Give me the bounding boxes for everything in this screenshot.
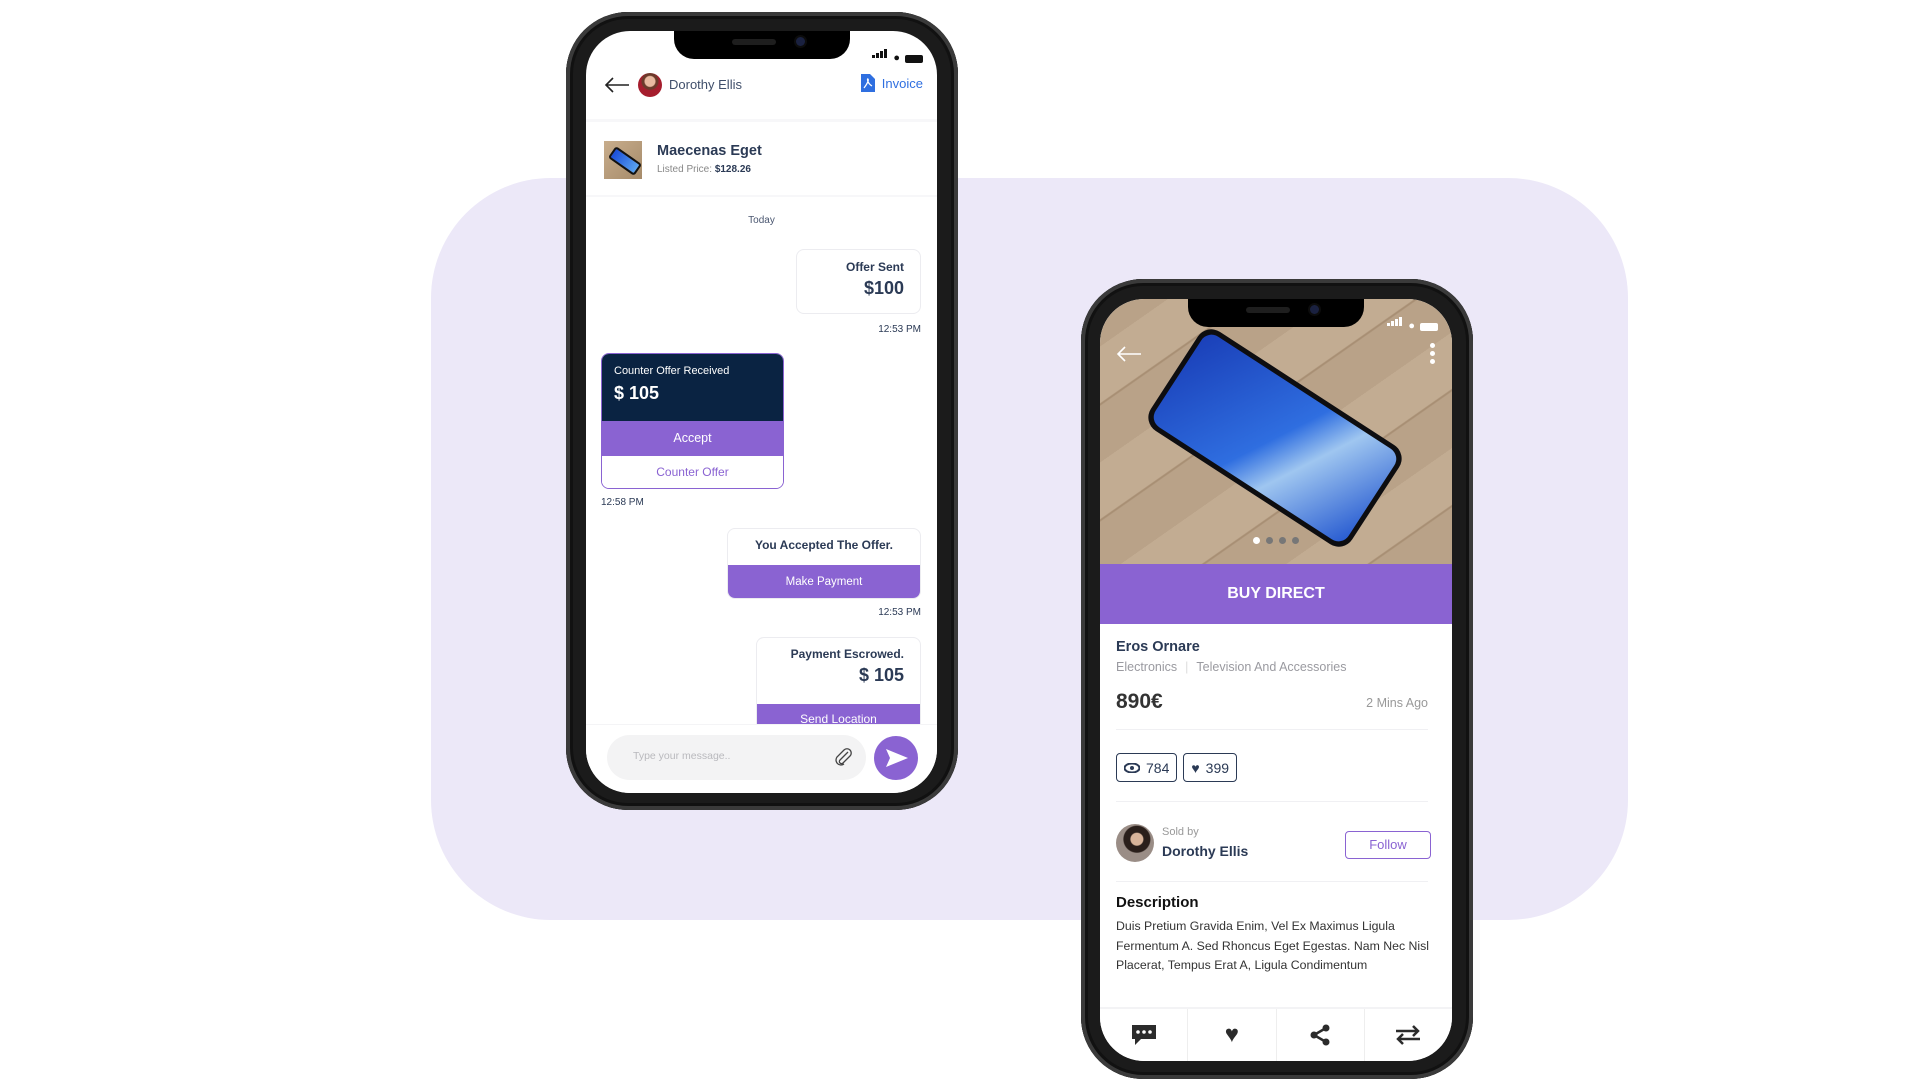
product-thumbnail xyxy=(604,141,642,179)
heart-icon: ♥ xyxy=(1224,1021,1239,1048)
favorite-tab[interactable]: ♥ xyxy=(1188,1009,1277,1061)
message-title: Offer Sent xyxy=(845,260,904,274)
status-bar: ● xyxy=(872,45,923,64)
chat-screen: ● Dorothy Ellis Invoice Maecenas Eget Li… xyxy=(586,31,937,793)
offer-sent-bubble: Offer Sent $100 xyxy=(796,249,921,314)
message-placeholder: Type your message.. xyxy=(633,750,731,762)
chat-tab[interactable] xyxy=(1100,1009,1189,1061)
stats: 784 ♥ 399 xyxy=(1116,753,1238,782)
listing-screen: ● BUY DIRECT Eros Ornare Electronics | Tel… xyxy=(1100,299,1452,1061)
views-count: 784 xyxy=(1146,759,1170,776)
carousel-dots[interactable] xyxy=(1100,537,1452,544)
counter-offer-bubble: Counter Offer Received $ 105 Accept Coun… xyxy=(601,353,784,489)
product-divider xyxy=(586,195,937,197)
header-divider xyxy=(586,119,937,122)
chat-icon xyxy=(1131,1025,1156,1045)
listed-price-label: Listed Price: xyxy=(657,164,713,175)
chat-phone: ● Dorothy Ellis Invoice Maecenas Eget Li… xyxy=(566,12,958,810)
category[interactable]: Electronics xyxy=(1116,660,1177,674)
battery-icon xyxy=(1420,323,1438,331)
wifi-icon: ● xyxy=(893,52,900,64)
price: 890€ xyxy=(1116,690,1163,713)
status-bar: ● xyxy=(1387,313,1438,332)
buy-direct-button[interactable]: BUY DIRECT xyxy=(1100,564,1452,624)
signal-icon xyxy=(872,45,888,63)
views-badge: 784 xyxy=(1116,753,1178,782)
message-input[interactable]: Type your message.. xyxy=(607,735,866,780)
back-arrow-icon[interactable] xyxy=(1116,346,1142,362)
message-title: You Accepted The Offer. xyxy=(754,538,894,552)
divider xyxy=(1116,801,1428,802)
message-time: 12:58 PM xyxy=(601,497,644,508)
accept-button[interactable]: Accept xyxy=(602,421,783,456)
invoice-label: Invoice xyxy=(881,75,923,91)
notch xyxy=(673,31,850,59)
likes-count: 399 xyxy=(1205,759,1230,776)
swap-icon xyxy=(1396,1025,1421,1045)
follow-button[interactable]: Follow xyxy=(1345,831,1431,859)
avatar xyxy=(638,73,662,97)
message-title: Payment Escrowed. xyxy=(790,647,904,661)
pdf-icon xyxy=(860,74,875,92)
sold-by-label: Sold by xyxy=(1162,826,1199,838)
posted-time: 2 Mins Ago xyxy=(1366,696,1428,710)
message-time: 12:53 PM xyxy=(878,324,921,335)
message-amount: $ 105 xyxy=(614,383,660,403)
send-icon xyxy=(886,749,908,767)
share-tab[interactable] xyxy=(1277,1009,1365,1061)
description-heading: Description xyxy=(1116,894,1199,911)
send-button[interactable] xyxy=(874,736,918,780)
eye-icon xyxy=(1124,762,1140,773)
contact-name[interactable]: Dorothy Ellis xyxy=(669,77,742,92)
divider xyxy=(1116,729,1428,730)
battery-icon xyxy=(905,55,923,63)
wifi-icon: ● xyxy=(1408,320,1415,332)
listed-price: Listed Price: $128.26 xyxy=(657,164,751,175)
divider xyxy=(1116,881,1428,882)
category[interactable]: Television And Accessories xyxy=(1196,660,1346,674)
bottom-nav: ♥ xyxy=(1100,1007,1452,1061)
message-amount: $100 xyxy=(863,278,904,298)
product-title: Maecenas Eget xyxy=(657,143,762,159)
listed-price-value: $128.26 xyxy=(714,164,751,175)
counter-offer-button[interactable]: Counter Offer xyxy=(602,456,783,488)
categories: Electronics | Television And Accessories xyxy=(1116,660,1347,674)
likes-badge: ♥ 399 xyxy=(1183,753,1238,782)
heart-icon: ♥ xyxy=(1191,759,1200,776)
payment-escrowed-bubble: Payment Escrowed. $ 105 Send Location xyxy=(756,637,921,737)
seller-name[interactable]: Dorothy Ellis xyxy=(1162,843,1248,859)
description-text: Duis Pretium Gravida Enim, Vel Ex Maximu… xyxy=(1116,919,1430,972)
message-amount: $ 105 xyxy=(858,665,904,685)
accepted-bubble: You Accepted The Offer. Make Payment xyxy=(727,528,921,599)
signal-icon xyxy=(1387,313,1403,331)
make-payment-button[interactable]: Make Payment xyxy=(728,565,920,598)
more-options-icon[interactable] xyxy=(1430,343,1435,364)
back-arrow-icon[interactable] xyxy=(604,77,630,93)
listing-title: Eros Ornare xyxy=(1116,639,1200,655)
invoice-button[interactable]: Invoice xyxy=(860,74,923,92)
message-time: 12:53 PM xyxy=(878,607,921,618)
message-title: Counter Offer Received xyxy=(614,365,730,377)
swap-tab[interactable] xyxy=(1365,1009,1452,1061)
product-image xyxy=(1100,299,1452,564)
paperclip-icon[interactable] xyxy=(834,748,852,766)
date-separator: Today xyxy=(748,215,775,226)
notch xyxy=(1188,299,1364,327)
seller-avatar[interactable] xyxy=(1116,824,1154,862)
listing-phone: ● BUY DIRECT Eros Ornare Electronics | Tel… xyxy=(1081,279,1473,1079)
share-icon xyxy=(1310,1024,1330,1046)
